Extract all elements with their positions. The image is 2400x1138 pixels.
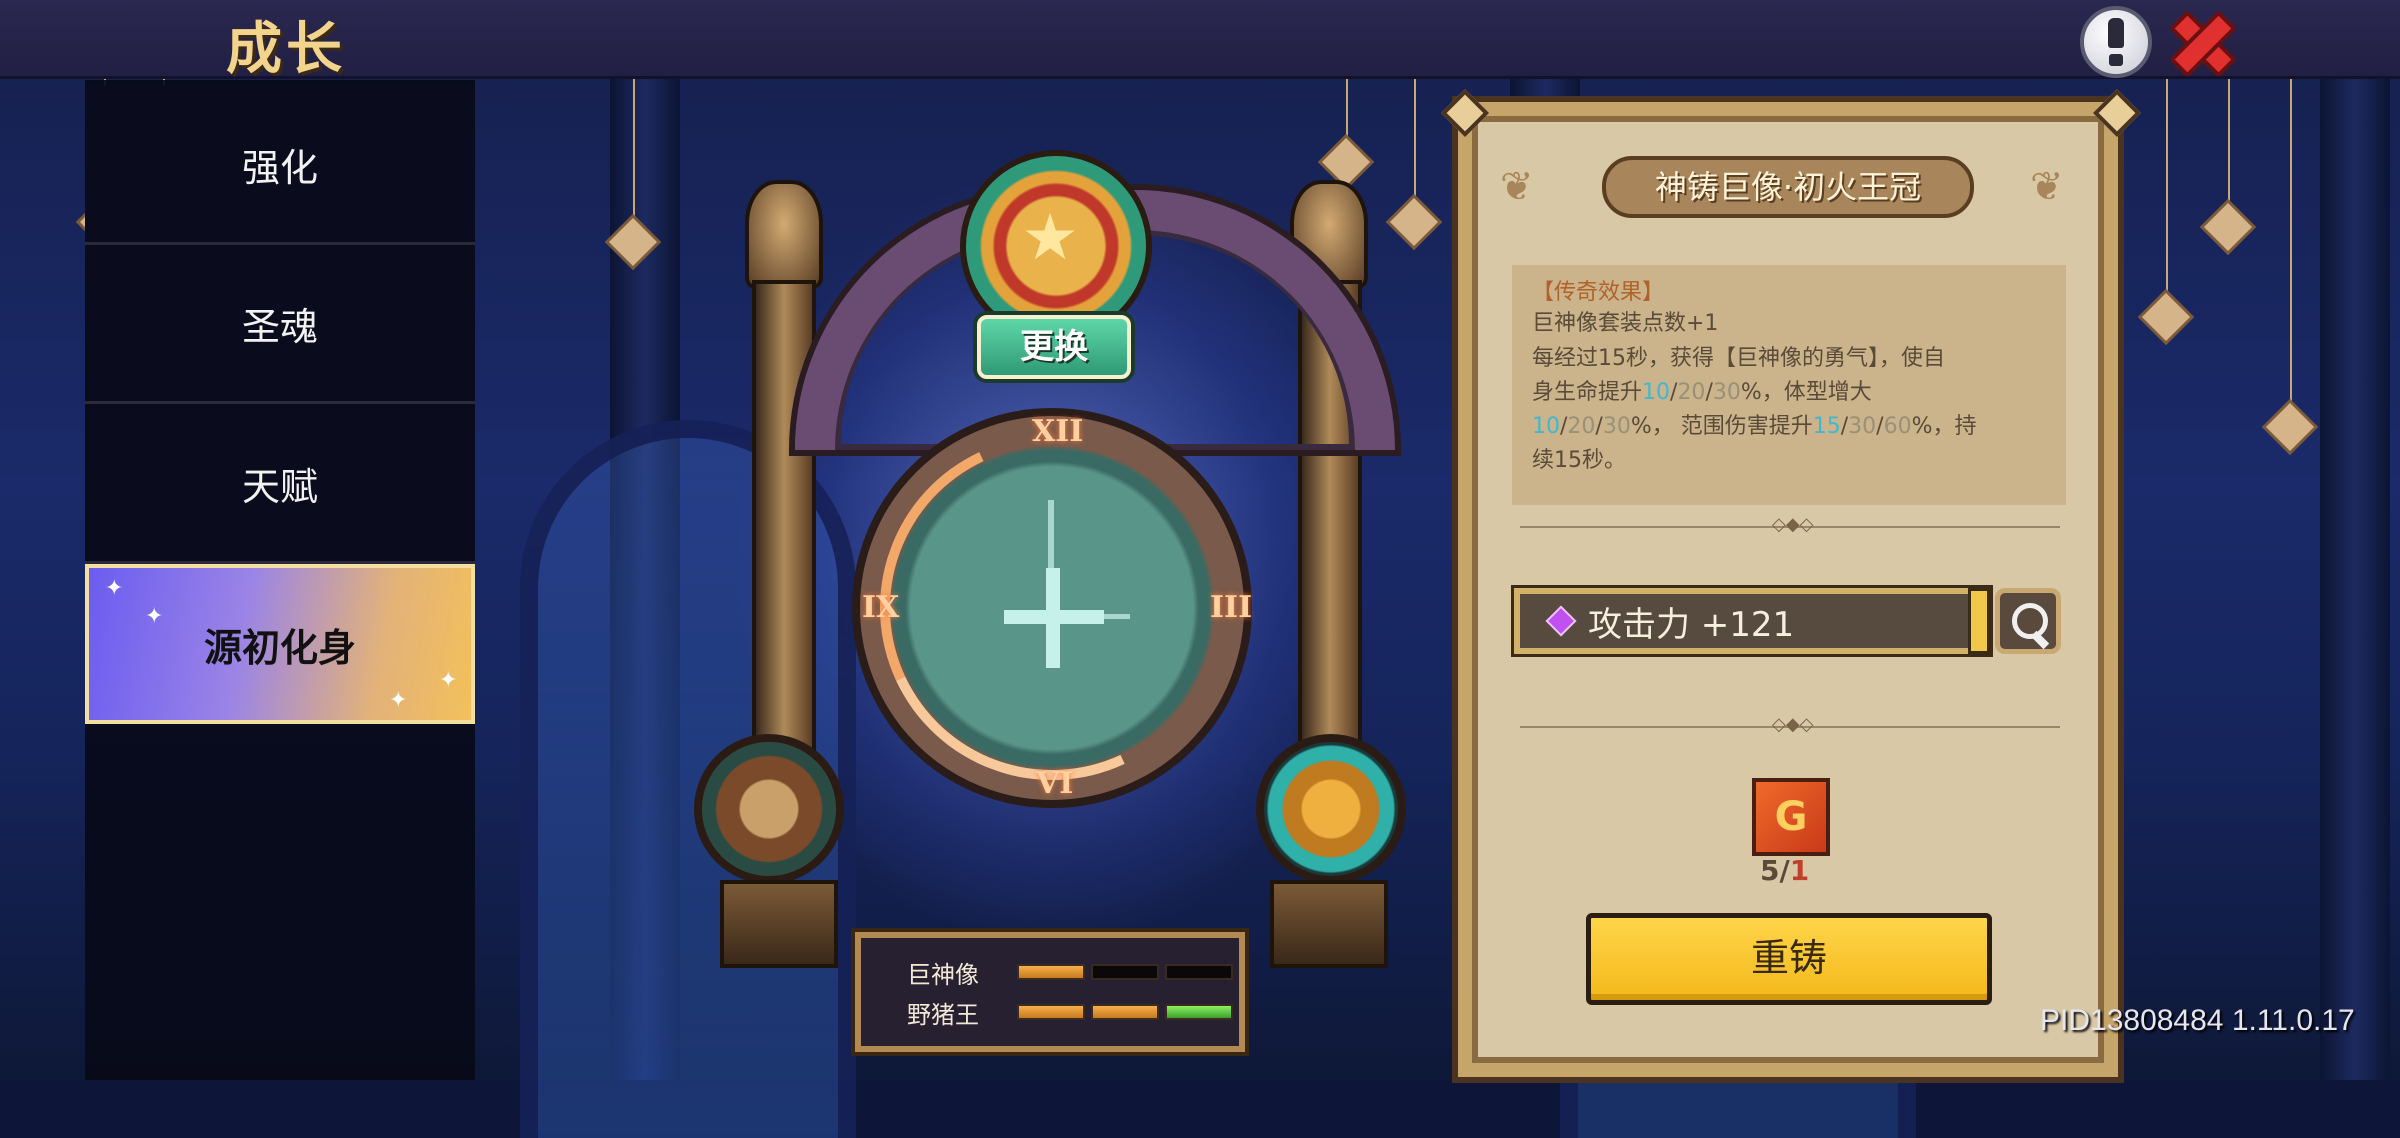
build-id: PID13808484 1.11.0.17 xyxy=(2040,1004,2355,1037)
item-name-ribbon: 神铸巨像·初火王冠 xyxy=(1602,156,1974,218)
effect-line: 10/20/30%， 范围伤害提升15/30/60%，持 xyxy=(1532,414,1977,439)
hanging-chain xyxy=(1414,76,1416,216)
effect-tier-value: 20 xyxy=(1677,380,1706,405)
equipment-slot-right[interactable] xyxy=(1256,734,1406,884)
statue-base xyxy=(1270,880,1388,968)
effect-tier-value: 20 xyxy=(1567,414,1596,439)
effect-tier-value: 10 xyxy=(1642,380,1671,405)
effect-text: %，体型增大 xyxy=(1740,380,1872,405)
background-pillar xyxy=(2320,60,2390,1080)
hanging-chain xyxy=(633,76,635,236)
flourish-ornament: ❦ xyxy=(2030,164,2064,210)
effect-tier-value: 10 xyxy=(1532,414,1560,439)
divider-ornament: ◇◆◇ xyxy=(1772,514,1814,535)
menu-item-holy-soul[interactable]: 圣魂 xyxy=(85,245,475,404)
equipment-slot-left[interactable] xyxy=(694,734,844,884)
hanging-chain xyxy=(2228,76,2230,216)
page-title: 成长 xyxy=(226,17,346,82)
sparkle-icon: ✦ xyxy=(389,688,408,713)
stat-bar-cap xyxy=(1968,588,1990,654)
inspect-button[interactable] xyxy=(1995,588,2061,654)
reforge-button[interactable]: 重铸 xyxy=(1586,913,1992,1005)
menu-item-label: 圣魂 xyxy=(241,304,318,349)
effect-line: 巨神像套装点数+1 xyxy=(1532,311,1719,336)
menu-item-talent[interactable]: 天赋 xyxy=(85,405,475,564)
info-button[interactable] xyxy=(2080,6,2152,78)
material-need: 1 xyxy=(1789,854,1810,887)
side-menu: 强化 圣魂 天赋 ✦ ✦ ✦ ✦ 源初化身 xyxy=(85,80,475,1080)
pillar-finial xyxy=(745,180,823,288)
material-icon[interactable]: G xyxy=(1752,778,1830,856)
hanging-chain xyxy=(2290,76,2292,406)
effect-text: 身生命提升 xyxy=(1532,380,1643,405)
effect-tier-value: 30 xyxy=(1712,380,1741,405)
set-row: 巨神像 xyxy=(907,954,1239,990)
clock-numeral-top: XII xyxy=(1032,414,1084,449)
star-emblem-icon: ★ xyxy=(1021,201,1079,275)
effect-tier-value: 15 xyxy=(1812,414,1841,439)
divider-ornament: ◇◆◇ xyxy=(1772,714,1814,735)
effect-tier-value: 60 xyxy=(1883,414,1912,439)
set-progress-segment xyxy=(1165,1004,1233,1020)
set-progress-segment xyxy=(1017,1004,1085,1020)
effect-tier-value: 30 xyxy=(1848,414,1877,439)
set-progress-segment xyxy=(1091,1004,1159,1020)
plus-icon xyxy=(1004,610,1104,624)
menu-item-enhance[interactable]: 强化 xyxy=(85,86,475,245)
attribute-bar: 攻击力 +121 xyxy=(1514,588,1990,654)
set-progress-segment xyxy=(1165,964,1233,980)
effect-tier-value: 30 xyxy=(1602,414,1631,439)
material-count: 5/1 xyxy=(1760,854,1809,887)
flourish-ornament: ❦ xyxy=(1500,164,1534,210)
menu-item-label: 源初化身 xyxy=(203,625,356,670)
menu-item-label: 强化 xyxy=(241,145,318,190)
clock-numeral-bottom: VI xyxy=(1036,766,1074,801)
effect-title: 【传奇效果】 xyxy=(1532,280,1665,305)
menu-item-origin-avatar[interactable]: ✦ ✦ ✦ ✦ 源初化身 xyxy=(85,564,475,724)
statue-column xyxy=(752,280,816,788)
menu-item-label: 天赋 xyxy=(241,464,318,509)
hanging-chain xyxy=(2166,76,2168,306)
statue-base xyxy=(720,880,838,968)
effect-text: %， 范围伤害提升 xyxy=(1630,414,1813,439)
close-button[interactable] xyxy=(2164,4,2237,78)
set-name: 野猪王 xyxy=(907,1000,979,1029)
set-progress-segment xyxy=(1017,964,1085,980)
swap-button[interactable]: 更换 xyxy=(977,315,1131,379)
clock-numeral-left: IX xyxy=(862,590,900,625)
set-row: 野猪王 xyxy=(907,994,1239,1030)
gem-icon xyxy=(1545,605,1577,637)
effect-line: 每经过15秒，获得【巨神像的勇气】，使自 xyxy=(1532,346,1945,371)
set-progress-segment xyxy=(1091,964,1159,980)
sparkle-icon: ✦ xyxy=(105,576,124,601)
material-have: 5/ xyxy=(1760,854,1790,887)
top-bar: 成长 xyxy=(0,0,2400,82)
effect-line: 续15秒。 xyxy=(1532,448,1626,473)
sparkle-icon: ✦ xyxy=(145,604,164,629)
set-bonus-panel: 巨神像 野猪王 xyxy=(855,932,1245,1052)
set-name: 巨神像 xyxy=(907,960,979,989)
sparkle-icon: ✦ xyxy=(439,668,458,693)
clock-numeral-right: III xyxy=(1210,590,1253,625)
attribute-text: 攻击力 +121 xyxy=(1588,604,1795,645)
effect-text: %，持 xyxy=(1911,414,1977,439)
effect-line: 身生命提升10/20/30%，体型增大 xyxy=(1532,380,1872,405)
